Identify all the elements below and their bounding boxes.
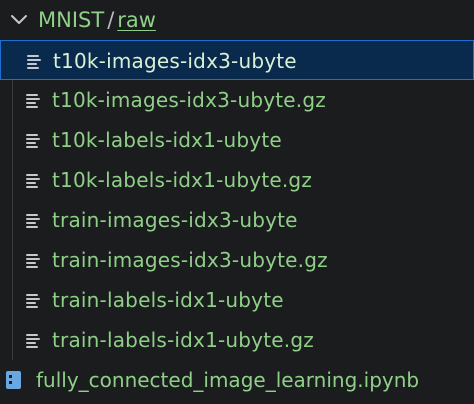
file-label: t10k-labels-idx1-ubyte.gz xyxy=(52,168,313,192)
notebook-label: fully_connected_image_learning.ipynb xyxy=(36,368,420,392)
file-label: train-labels-idx1-ubyte xyxy=(52,288,284,312)
file-label: t10k-images-idx3-ubyte xyxy=(53,49,297,73)
file-row[interactable]: train-labels-idx1-ubyte.gz xyxy=(0,320,474,360)
notebook-icon xyxy=(6,371,21,389)
breadcrumb-folder[interactable]: MNIST xyxy=(38,8,104,32)
file-explorer-panel: MNIST / raw t10k-images-idx3-ubyte t10k-im… xyxy=(0,0,474,404)
text-file-icon xyxy=(26,214,40,228)
file-label: t10k-labels-idx1-ubyte xyxy=(52,128,282,152)
file-row[interactable]: t10k-labels-idx1-ubyte.gz xyxy=(0,160,474,200)
file-label: train-images-idx3-ubyte xyxy=(52,208,298,232)
notebook-row[interactable]: fully_connected_image_learning.ipynb xyxy=(0,360,474,400)
file-label: train-labels-idx1-ubyte.gz xyxy=(52,328,314,352)
file-row[interactable]: t10k-labels-idx1-ubyte xyxy=(0,120,474,160)
breadcrumb-subfolder[interactable]: raw xyxy=(117,8,156,32)
chevron-down-icon[interactable] xyxy=(10,14,28,26)
text-file-icon xyxy=(27,55,41,69)
file-row[interactable]: train-images-idx3-ubyte.gz xyxy=(0,240,474,280)
text-file-icon xyxy=(26,334,40,348)
text-file-icon xyxy=(26,94,40,108)
text-file-icon xyxy=(26,134,40,148)
file-row[interactable]: train-labels-idx1-ubyte xyxy=(0,280,474,320)
text-file-icon xyxy=(26,254,40,268)
text-file-icon xyxy=(26,294,40,308)
file-row[interactable]: t10k-images-idx3-ubyte.gz xyxy=(0,80,474,120)
file-row[interactable]: train-images-idx3-ubyte xyxy=(0,200,474,240)
file-row[interactable]: t10k-images-idx3-ubyte xyxy=(0,40,474,80)
breadcrumb-separator: / xyxy=(107,8,115,32)
text-file-icon xyxy=(26,174,40,188)
file-label: train-images-idx3-ubyte.gz xyxy=(52,248,328,272)
file-label: t10k-images-idx3-ubyte.gz xyxy=(52,88,326,112)
breadcrumb: MNIST / raw xyxy=(38,5,156,35)
folder-row-raw[interactable]: MNIST / raw xyxy=(0,0,474,40)
